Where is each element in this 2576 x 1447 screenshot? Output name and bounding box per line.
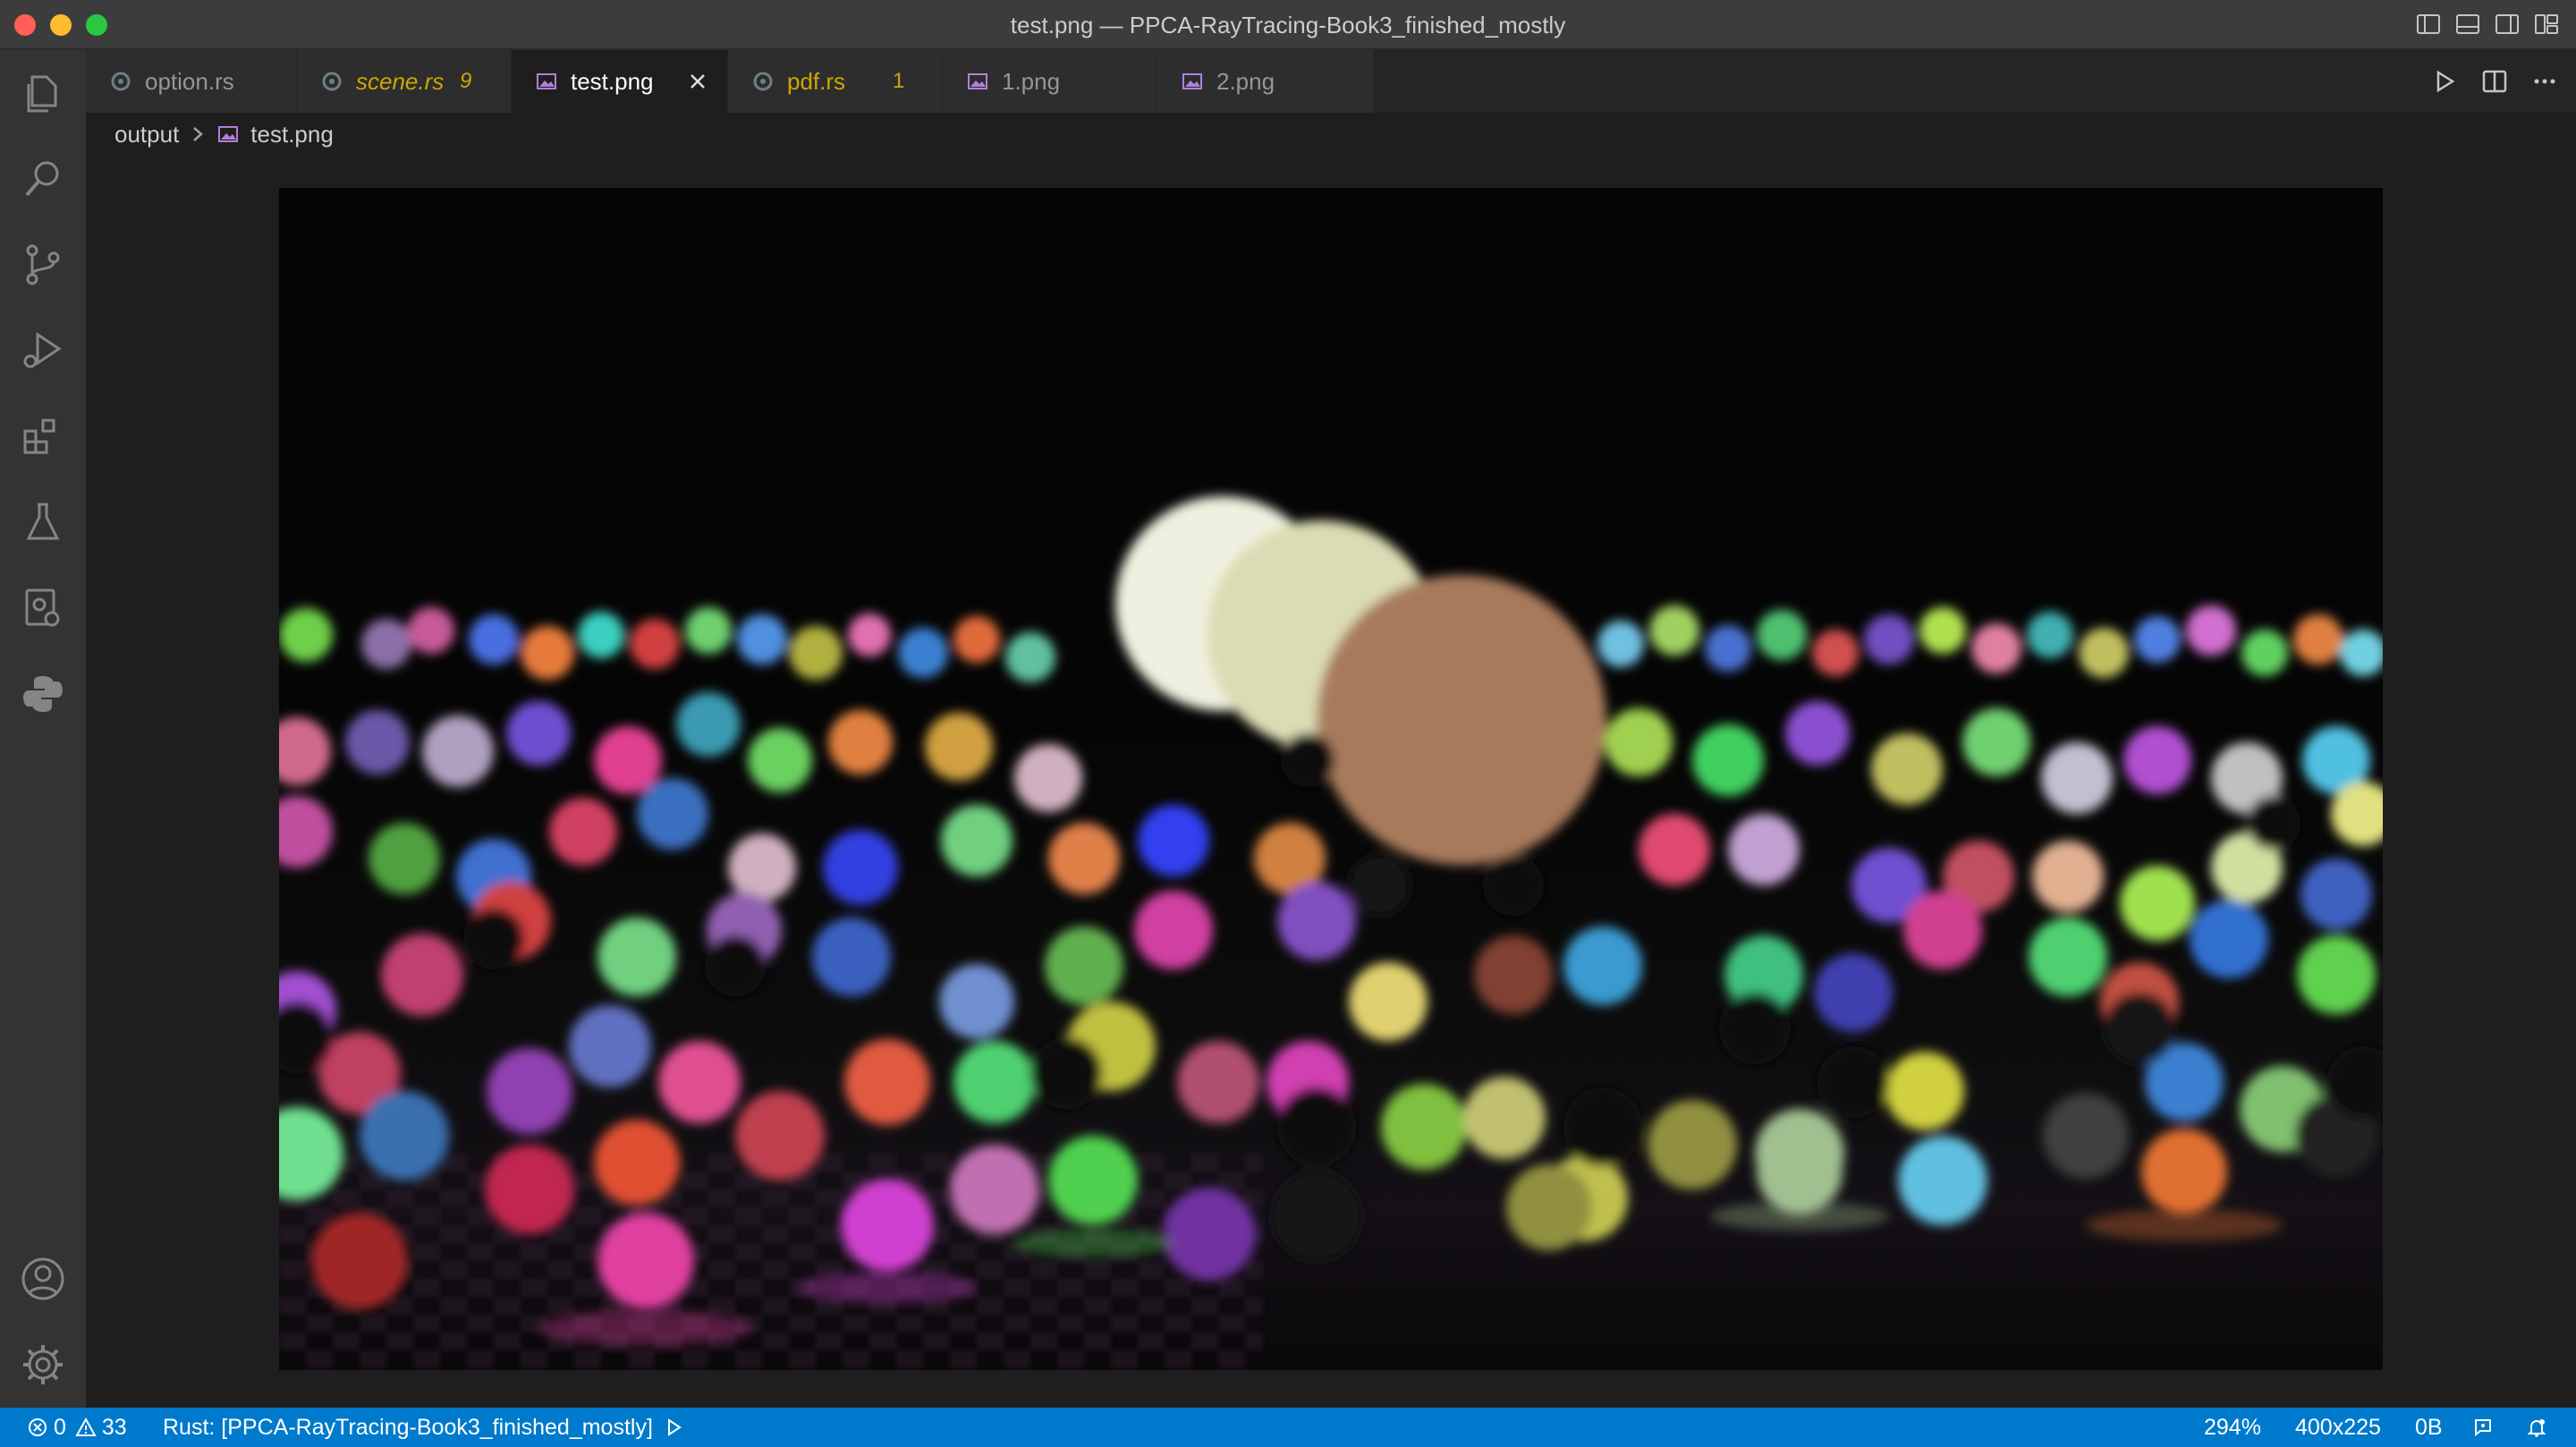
tab-test-png[interactable]: test.png <box>512 50 728 113</box>
source-control-icon[interactable] <box>18 240 68 290</box>
remote-explorer-icon[interactable] <box>18 583 68 633</box>
error-count: 0 <box>54 1414 66 1440</box>
feedback-icon[interactable] <box>2472 1408 2494 1447</box>
testing-icon[interactable] <box>18 497 68 547</box>
status-bar: 0 33 Rust: [PPCA-RayTracing-Book3_finish… <box>0 1408 2576 1447</box>
editor-tab-bar: option.rs scene.rs 9 test.png pdf.rs 1 1… <box>86 50 2576 113</box>
accounts-icon[interactable] <box>18 1254 68 1304</box>
tab-scene-rs[interactable]: scene.rs 9 <box>297 50 512 113</box>
tab-label: test.png <box>571 67 654 95</box>
image-file-icon <box>218 126 239 142</box>
explorer-icon[interactable] <box>18 68 68 118</box>
close-tab-icon[interactable] <box>684 68 711 95</box>
split-editor-icon[interactable] <box>2479 66 2510 97</box>
toggle-primary-sidebar-icon[interactable] <box>2415 11 2442 38</box>
breadcrumb-folder[interactable]: output <box>114 121 179 148</box>
tab-label: 1.png <box>1002 67 1061 95</box>
run-debug-icon[interactable] <box>18 326 68 376</box>
zoom-level[interactable]: 294% <box>2204 1408 2261 1447</box>
activity-bar <box>0 50 86 1408</box>
tab-label: pdf.rs <box>787 67 846 95</box>
tab-label: scene.rs <box>356 67 445 95</box>
run-icon[interactable] <box>2429 66 2460 97</box>
rust-project-status[interactable]: Rust: [PPCA-RayTracing-Book3_finished_mo… <box>163 1408 685 1447</box>
problem-count-badge: 9 <box>460 69 472 93</box>
error-icon <box>29 1418 47 1436</box>
image-dimensions: 400x225 <box>2295 1414 2381 1440</box>
breadcrumb: output test.png <box>114 113 334 156</box>
image-file-icon <box>1181 70 1204 93</box>
extensions-icon[interactable] <box>18 411 68 461</box>
warning-icon <box>75 1417 97 1436</box>
rust-file-icon <box>751 70 775 93</box>
warning-count: 33 <box>101 1414 127 1440</box>
tab-option-rs[interactable]: option.rs <box>86 50 297 113</box>
toggle-secondary-sidebar-icon[interactable] <box>2494 11 2521 38</box>
manage-gear-icon[interactable] <box>18 1340 68 1390</box>
image-preview[interactable] <box>279 188 2383 1370</box>
image-file-icon <box>966 70 989 93</box>
customize-layout-icon[interactable] <box>2533 11 2560 38</box>
image-file-icon <box>535 70 558 93</box>
tab-pdf-rs[interactable]: pdf.rs 1 <box>728 50 943 113</box>
tab-1-png[interactable]: 1.png <box>943 50 1157 113</box>
python-icon[interactable] <box>18 669 68 719</box>
rust-file-icon <box>109 70 132 93</box>
rust-file-icon <box>320 70 343 93</box>
tab-2-png[interactable]: 2.png <box>1157 50 1374 113</box>
tab-label: option.rs <box>145 67 234 95</box>
chevron-right-icon <box>193 127 204 141</box>
more-actions-icon[interactable] <box>2529 66 2560 97</box>
toggle-panel-icon[interactable] <box>2454 11 2481 38</box>
file-size: 0B <box>2415 1414 2443 1440</box>
tab-label: 2.png <box>1216 67 1275 95</box>
problem-count-badge: 1 <box>893 69 905 93</box>
search-icon[interactable] <box>18 154 68 204</box>
breadcrumb-file[interactable]: test.png <box>250 121 334 148</box>
window-title: test.png — PPCA-RayTracing-Book3_finishe… <box>1010 12 1566 38</box>
rendered-spheres-image <box>279 188 2383 1370</box>
title-bar: test.png — PPCA-RayTracing-Book3_finishe… <box>0 0 2576 50</box>
play-icon[interactable] <box>664 1417 685 1438</box>
notifications-bell-icon[interactable] <box>2526 1408 2547 1447</box>
rust-project-label: Rust: [PPCA-RayTracing-Book3_finished_mo… <box>163 1414 653 1440</box>
problems-indicator[interactable]: 0 33 <box>27 1408 127 1447</box>
